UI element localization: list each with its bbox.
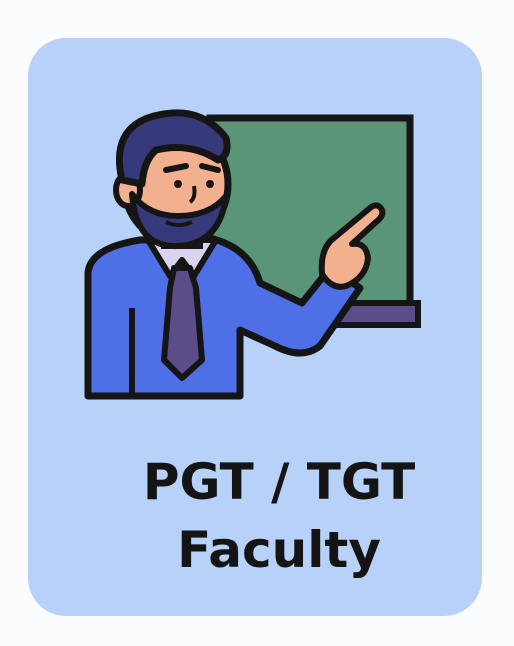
card-title-line2: Faculty (177, 521, 381, 579)
tie (161, 265, 205, 381)
card-title-line1: PGT / TGT (142, 453, 416, 511)
teacher-at-board-icon (84, 109, 421, 400)
